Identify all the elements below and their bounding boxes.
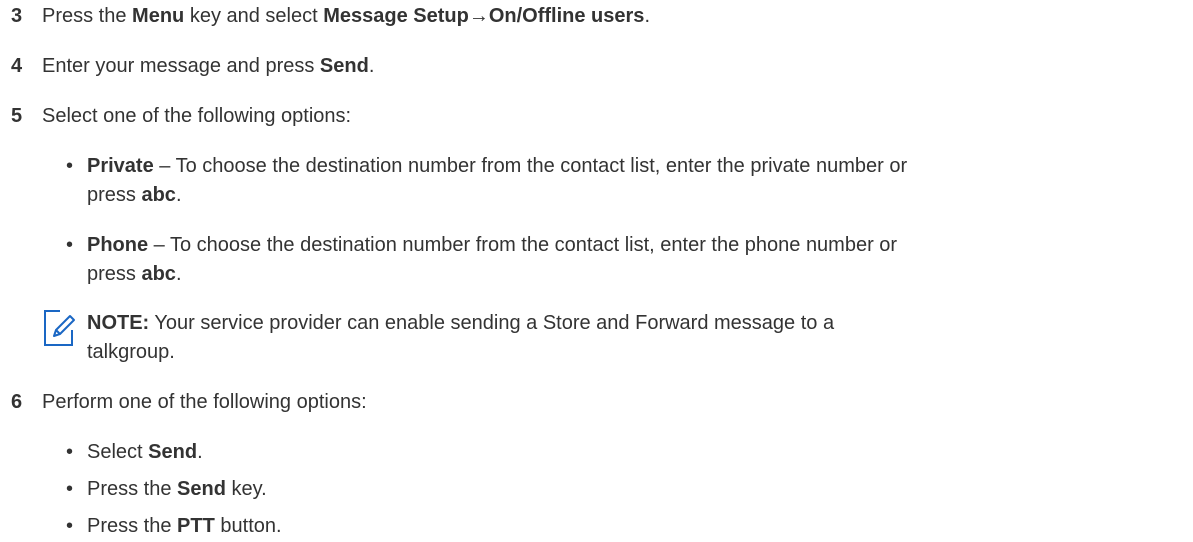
option-desc: Select [87, 441, 149, 463]
bullet: • [66, 234, 74, 256]
option-text: Press the Send key. [87, 475, 267, 503]
bullet: • [66, 515, 74, 537]
option-text: Phone – To choose the destination number… [87, 231, 897, 259]
note-label: NOTE: [87, 312, 150, 334]
step-number: 5 [11, 105, 23, 127]
option-label: Private [87, 155, 154, 177]
option-text: Select Send. [87, 438, 203, 466]
option-text: press abc. [87, 181, 182, 209]
note-body: Your service provider can enable sending… [149, 312, 835, 334]
step-text-part: Press the [42, 5, 133, 27]
note-text: talkgroup. [87, 341, 175, 363]
step-text-part: key and select [184, 5, 324, 27]
bullet: • [66, 441, 74, 463]
option-label: Phone [87, 234, 149, 256]
send-label: Send [148, 441, 198, 463]
menu-path-label: Message Setup→On/Offline users [323, 5, 645, 27]
option-desc: press [87, 263, 142, 285]
step-number: 6 [11, 391, 23, 413]
option-desc: button. [214, 515, 282, 537]
bullet: • [66, 155, 74, 177]
step-number: 3 [11, 5, 23, 27]
abc-key-label: abc [141, 263, 176, 285]
step-number: 4 [11, 55, 23, 77]
step-text: Enter your message and press Send. [42, 52, 374, 80]
send-label: Send [319, 55, 369, 77]
option-text: Private – To choose the destination numb… [87, 152, 907, 180]
step-text-part: Enter your message and press [42, 55, 320, 77]
menu-key-label: Menu [132, 5, 185, 27]
pencil-note-icon [42, 308, 78, 348]
send-key-label: Send [177, 478, 226, 500]
option-desc: . [175, 263, 182, 285]
step-text: Perform one of the following options: [42, 391, 367, 413]
step-text-part: . [644, 5, 650, 27]
option-desc: Press the [87, 515, 178, 537]
option-desc: key. [225, 478, 267, 500]
step-text: Select one of the following options: [42, 105, 352, 127]
step-text-part: . [368, 55, 375, 77]
option-desc: . [175, 184, 182, 206]
option-desc: – To choose the destination number from … [153, 155, 908, 177]
note-text: NOTE: Your service provider can enable s… [87, 309, 834, 337]
step-text: Press the Menu key and select Message Se… [42, 2, 650, 30]
option-text: Press the PTT button. [87, 512, 282, 540]
option-desc: . [197, 441, 203, 463]
option-text: press abc. [87, 260, 182, 288]
bullet: • [66, 478, 74, 500]
abc-key-label: abc [141, 184, 176, 206]
option-desc: Press the [87, 478, 178, 500]
ptt-button-label: PTT [177, 515, 215, 537]
option-desc: press [87, 184, 142, 206]
option-desc: – To choose the destination number from … [148, 234, 898, 256]
